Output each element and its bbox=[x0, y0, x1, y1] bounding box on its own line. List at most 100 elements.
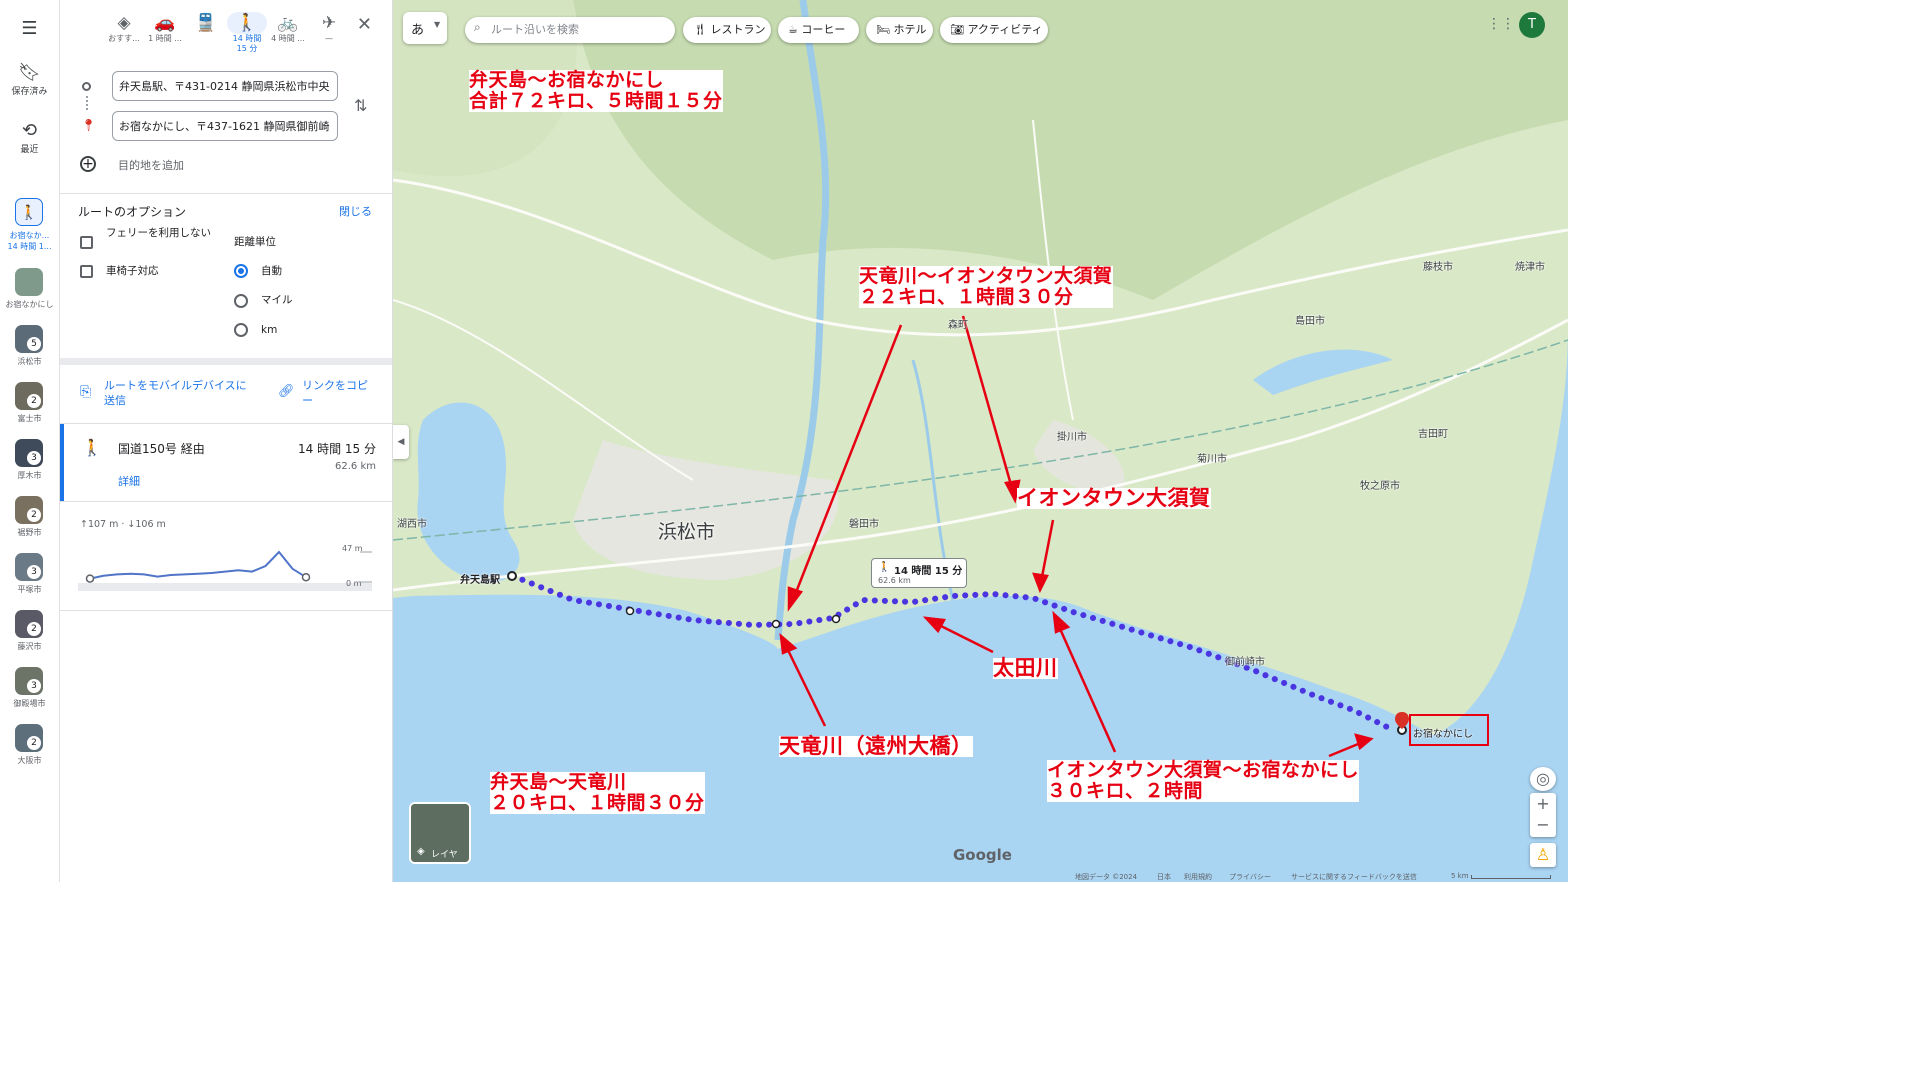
footer-terms[interactable]: 利用規約 bbox=[1184, 872, 1212, 882]
shinkansen-line bbox=[393, 339, 1568, 541]
route-option-card[interactable]: 🚶 国道150号 経由 14 時間 15 分 62.6 km 詳細 bbox=[60, 424, 392, 501]
place-label-mori[interactable]: 森町 bbox=[948, 316, 968, 331]
bubble-time: 14 時間 15 分 bbox=[894, 566, 963, 577]
recent-place-label: 大阪市 bbox=[17, 756, 42, 765]
category-chip-label: アクティビティ bbox=[967, 23, 1043, 36]
footer-feedback[interactable]: サービスに関するフィードバックを送信 bbox=[1291, 872, 1417, 882]
hamburger-icon: ☰ bbox=[21, 18, 38, 39]
place-label-fujieda[interactable]: 藤枝市 bbox=[1423, 258, 1453, 273]
place-label-kakegawa[interactable]: 掛川市 bbox=[1057, 428, 1087, 443]
recent-place-label: 富士市 bbox=[17, 414, 42, 423]
place-label-makinohara[interactable]: 牧之原市 bbox=[1360, 477, 1400, 492]
search-along-route-input[interactable]: ルート沿いを検索 bbox=[465, 17, 675, 43]
wheelchair-checkbox[interactable] bbox=[80, 265, 93, 278]
unit-mile-radio[interactable] bbox=[234, 294, 248, 308]
route-start-marker[interactable] bbox=[507, 571, 517, 581]
travel-mode-car[interactable]: 🚗 1 時間 ... bbox=[145, 12, 185, 44]
apps-grid-icon[interactable]: ⋮⋮ bbox=[1487, 16, 1515, 32]
place-label-yoshida[interactable]: 吉田町 bbox=[1418, 425, 1448, 440]
close-icon: ✕ bbox=[356, 14, 372, 35]
current-route-button[interactable]: 🚶 bbox=[15, 198, 43, 226]
avoid-ferry-label: フェリーを利用しない bbox=[106, 227, 211, 239]
close-directions-button[interactable]: ✕ bbox=[357, 14, 372, 35]
place-label-kosai[interactable]: 湖西市 bbox=[397, 515, 427, 530]
category-chip[interactable]: ☕︎ コーヒー bbox=[778, 17, 859, 43]
swap-button[interactable]: ⇅ bbox=[354, 96, 367, 115]
layers-button[interactable]: ◈ レイヤ bbox=[409, 802, 471, 864]
travel-mode-bicycle[interactable]: 🚲 4 時間 ... bbox=[268, 12, 308, 44]
menu-button[interactable]: ☰ bbox=[0, 18, 59, 40]
category-chip-label: ホテル bbox=[893, 23, 927, 36]
copy-link-label: リンクをコピー bbox=[302, 379, 368, 407]
place-label-shimada[interactable]: 島田市 bbox=[1295, 312, 1325, 327]
place-label-omaezaki[interactable]: 御前崎市 bbox=[1225, 653, 1265, 668]
category-chip[interactable]: 🛏︎ ホテル bbox=[866, 17, 933, 43]
elevation-start-marker bbox=[85, 574, 95, 583]
street-view-pegman-button[interactable]: ♙ bbox=[1530, 843, 1556, 867]
origin-input[interactable]: 弁天島駅、〒431-0214 静岡県浜松市中央 bbox=[112, 71, 338, 101]
destination-label[interactable]: お宿なかにし bbox=[1413, 725, 1473, 740]
elevation-chart bbox=[78, 550, 372, 591]
bicycle-icon: 🚲 bbox=[277, 13, 299, 33]
google-logo: Google bbox=[953, 846, 1012, 864]
recent-place-thumbnail[interactable]: 3 bbox=[15, 439, 43, 467]
recent-place-label: 御殿場市 bbox=[13, 699, 46, 708]
recent-place-thumbnail[interactable]: 2 bbox=[15, 610, 43, 638]
category-chip[interactable]: 🍴︎ レストラン bbox=[683, 17, 771, 43]
recent-place-label: お宿なかにし bbox=[5, 300, 54, 309]
recent-place-thumbnail[interactable]: 2 bbox=[15, 724, 43, 752]
unit-km-radio[interactable] bbox=[234, 323, 248, 337]
airplane-icon: ✈ bbox=[321, 13, 337, 33]
travel-mode-diamond-route[interactable]: ◈ おすす... bbox=[104, 12, 144, 44]
bookmark-icon: 🔖︎ bbox=[18, 62, 41, 83]
my-location-button[interactable]: ◎ bbox=[1530, 767, 1556, 791]
walk-icon: 🚶 bbox=[82, 438, 102, 457]
recent-place-thumbnail[interactable]: 3 bbox=[15, 667, 43, 695]
footer-privacy[interactable]: プライバシー bbox=[1229, 872, 1271, 882]
highway-e1 bbox=[393, 318, 1568, 592]
recent-place-thumbnail[interactable]: 2 bbox=[15, 496, 43, 524]
recent-place-thumbnail[interactable]: 2 bbox=[15, 382, 43, 410]
footer-country[interactable]: 日本 bbox=[1157, 872, 1171, 882]
annotation-tenryu-aeon-line2: ２２キロ、１時間３０分 bbox=[859, 286, 1074, 308]
avoid-ferry-checkbox[interactable] bbox=[80, 236, 93, 249]
travel-mode-train[interactable]: 🚆 bbox=[186, 12, 226, 34]
scale-bar bbox=[1471, 875, 1551, 879]
route-details-link[interactable]: 詳細 bbox=[118, 473, 140, 489]
place-label-iwata[interactable]: 磐田市 bbox=[849, 515, 879, 530]
unit-auto-radio[interactable] bbox=[234, 264, 248, 278]
recent-place-thumbnail[interactable] bbox=[15, 268, 43, 296]
route-time: 14 時間 15 分 bbox=[298, 442, 376, 456]
saved-label: 保存済み bbox=[11, 87, 48, 97]
recent-place-label: 平塚市 bbox=[17, 585, 42, 594]
travel-mode-walk[interactable]: 🚶 14 時間 15 分 bbox=[227, 12, 267, 54]
fork-knife-icon: 🍴︎ bbox=[693, 23, 711, 36]
route-waypoint bbox=[771, 619, 781, 629]
place-label-yaizu[interactable]: 焼津市 bbox=[1515, 258, 1545, 273]
route-time-bubble[interactable]: 🚶 14 時間 15 分 62.6 km bbox=[871, 558, 967, 588]
annotation-aeon-nakanishi-line1: イオンタウン大須賀～お宿なかにし bbox=[1047, 759, 1360, 781]
collapse-panel-button[interactable]: ◀ bbox=[393, 425, 409, 459]
layers-icon: ◈ bbox=[417, 846, 425, 857]
recent-button[interactable]: ⟲ 最近 bbox=[0, 120, 59, 155]
place-label-hamamatsu[interactable]: 浜松市 bbox=[658, 517, 715, 544]
close-options-link[interactable]: 閉じる bbox=[339, 203, 372, 219]
lang-label: あ bbox=[411, 23, 425, 38]
annotation-arrow bbox=[961, 315, 1015, 493]
zoom-in-button[interactable]: + bbox=[1530, 793, 1556, 815]
map-canvas[interactable]: 浜松市 磐田市 掛川市 菊川市 森町 島田市 藤枝市 焼津市 吉田町 牧之原市 … bbox=[393, 0, 1568, 882]
saved-button[interactable]: 🔖︎ 保存済み bbox=[0, 62, 59, 97]
zoom-out-button[interactable]: − bbox=[1530, 815, 1556, 837]
place-label-kikugawa[interactable]: 菊川市 bbox=[1197, 450, 1227, 465]
recent-place-thumbnail[interactable]: 5 bbox=[15, 325, 43, 353]
divider bbox=[60, 193, 392, 194]
crosshair-icon: ◎ bbox=[1536, 769, 1550, 788]
account-avatar[interactable]: T bbox=[1519, 12, 1545, 38]
start-station-label[interactable]: 弁天島駅 bbox=[460, 571, 500, 586]
recent-place-thumbnail[interactable]: 3 bbox=[15, 553, 43, 581]
input-language-button[interactable]: あ ▼ bbox=[403, 12, 447, 44]
travel-mode-airplane[interactable]: ✈ — bbox=[309, 12, 349, 44]
elevation-max-label: 47 m bbox=[342, 544, 363, 553]
destination-input[interactable]: お宿なかにし、〒437-1621 静岡県御前崎 bbox=[112, 111, 338, 141]
category-chip[interactable]: 📷︎ アクティビティ bbox=[940, 17, 1048, 43]
